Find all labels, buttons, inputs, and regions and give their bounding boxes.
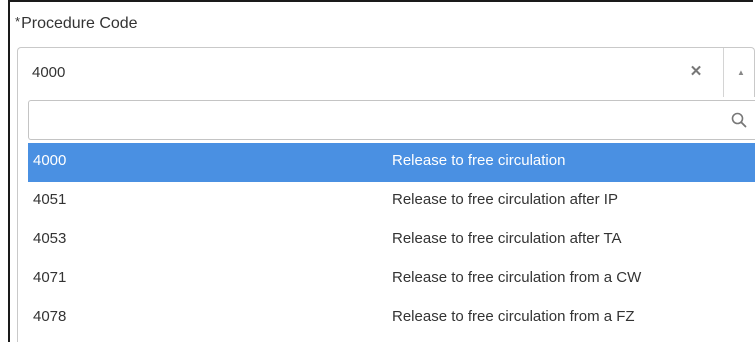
options-list: 4000 Release to free circulation 4051 Re…: [28, 143, 755, 338]
close-icon[interactable]: ✕: [688, 64, 704, 80]
option-code: 4071: [33, 269, 67, 286]
search-input[interactable]: [29, 101, 719, 139]
option-description: Release to free circulation after IP: [392, 191, 618, 208]
select-divider: [723, 48, 724, 98]
list-item[interactable]: 4000 Release to free circulation: [28, 143, 755, 182]
selected-value: 4000: [32, 64, 66, 81]
procedure-code-select[interactable]: 4000 ✕ ▲: [17, 47, 755, 98]
list-item[interactable]: 4051 Release to free circulation after I…: [28, 182, 755, 221]
list-item[interactable]: 4053 Release to free circulation after T…: [28, 221, 755, 260]
field-label-text: Procedure Code: [21, 15, 138, 32]
list-item[interactable]: 4078 Release to free circulation from a …: [28, 299, 755, 338]
procedure-code-label: *Procedure Code: [15, 14, 138, 33]
required-marker: *: [15, 14, 21, 29]
search-icon: [731, 112, 747, 128]
dropdown-panel: 4000 Release to free circulation 4051 Re…: [17, 97, 755, 342]
chevron-up-icon[interactable]: ▲: [734, 66, 748, 80]
option-code: 4078: [33, 308, 67, 325]
option-description: Release to free circulation after TA: [392, 230, 622, 247]
list-item[interactable]: 4071 Release to free circulation from a …: [28, 260, 755, 299]
option-description: Release to free circulation from a CW: [392, 269, 642, 286]
option-description: Release to free circulation from a FZ: [392, 308, 635, 325]
option-description: Release to free circulation: [392, 152, 566, 169]
option-code: 4051: [33, 191, 67, 208]
option-code: 4053: [33, 230, 67, 247]
option-code: 4000: [33, 152, 67, 169]
dropdown-search: [28, 100, 755, 140]
